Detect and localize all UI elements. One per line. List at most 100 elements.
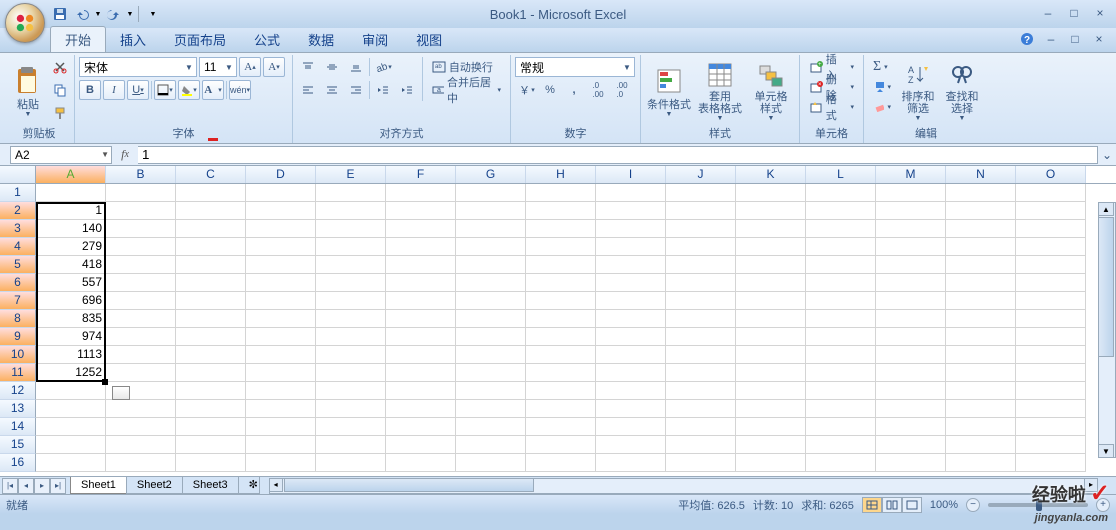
- cell[interactable]: [316, 184, 386, 202]
- cell[interactable]: [456, 400, 526, 418]
- normal-view-icon[interactable]: [862, 497, 882, 513]
- cell[interactable]: [456, 310, 526, 328]
- cell[interactable]: [1016, 346, 1086, 364]
- row-header-5[interactable]: 5: [0, 256, 36, 274]
- col-header-N[interactable]: N: [946, 166, 1016, 183]
- col-header-O[interactable]: O: [1016, 166, 1086, 183]
- cell[interactable]: [246, 256, 316, 274]
- row-header-12[interactable]: 12: [0, 382, 36, 400]
- cell[interactable]: 696: [36, 292, 106, 310]
- cell[interactable]: [876, 292, 946, 310]
- cell[interactable]: [456, 328, 526, 346]
- cell[interactable]: [736, 256, 806, 274]
- cell[interactable]: 974: [36, 328, 106, 346]
- cell[interactable]: [596, 256, 666, 274]
- cell[interactable]: [386, 256, 456, 274]
- cell[interactable]: [456, 364, 526, 382]
- col-header-J[interactable]: J: [666, 166, 736, 183]
- cell[interactable]: [386, 364, 456, 382]
- cell[interactable]: [946, 328, 1016, 346]
- cell[interactable]: [946, 202, 1016, 220]
- cell[interactable]: [596, 418, 666, 436]
- cell[interactable]: [1016, 436, 1086, 454]
- cell[interactable]: [596, 382, 666, 400]
- align-center-icon[interactable]: [321, 80, 343, 100]
- cell[interactable]: [596, 436, 666, 454]
- cell[interactable]: [526, 256, 596, 274]
- tab-home[interactable]: 开始: [50, 26, 106, 52]
- decrease-indent-icon[interactable]: [372, 80, 394, 100]
- cell[interactable]: [666, 220, 736, 238]
- cell[interactable]: [316, 220, 386, 238]
- tab-insert[interactable]: 插入: [106, 27, 160, 52]
- cell[interactable]: [246, 328, 316, 346]
- cell[interactable]: [456, 184, 526, 202]
- qat-customize-icon[interactable]: ▼: [143, 4, 163, 24]
- cell[interactable]: [316, 256, 386, 274]
- mdi-restore-icon[interactable]: □: [1066, 30, 1084, 48]
- cell[interactable]: [596, 310, 666, 328]
- cell[interactable]: 279: [36, 238, 106, 256]
- cell[interactable]: [596, 202, 666, 220]
- cell[interactable]: [806, 346, 876, 364]
- cell[interactable]: [316, 274, 386, 292]
- cell[interactable]: [316, 454, 386, 472]
- cell[interactable]: [176, 274, 246, 292]
- redo-icon[interactable]: [104, 4, 124, 24]
- font-color-button[interactable]: A▾: [202, 80, 224, 100]
- zoom-out-button[interactable]: −: [966, 498, 980, 512]
- cell[interactable]: [1016, 238, 1086, 256]
- cell[interactable]: [456, 418, 526, 436]
- col-header-C[interactable]: C: [176, 166, 246, 183]
- cell[interactable]: [176, 310, 246, 328]
- cell[interactable]: [876, 400, 946, 418]
- row-header-11[interactable]: 11: [0, 364, 36, 382]
- sort-filter-button[interactable]: AZ 排序和 筛选▼: [896, 57, 940, 123]
- cell[interactable]: [596, 364, 666, 382]
- zoom-level[interactable]: 100%: [930, 499, 958, 511]
- cell[interactable]: [386, 274, 456, 292]
- cell[interactable]: [946, 274, 1016, 292]
- cell[interactable]: [106, 184, 176, 202]
- cell[interactable]: [946, 220, 1016, 238]
- cell[interactable]: [176, 400, 246, 418]
- cell[interactable]: [596, 346, 666, 364]
- cell[interactable]: [246, 274, 316, 292]
- cell[interactable]: [176, 364, 246, 382]
- cell[interactable]: [36, 436, 106, 454]
- cell[interactable]: [316, 400, 386, 418]
- scroll-up-icon[interactable]: ▲: [1098, 202, 1114, 216]
- merge-center-button[interactable]: a合并后居中▾: [427, 80, 506, 100]
- cell[interactable]: [876, 382, 946, 400]
- cell-styles-button[interactable]: 单元格 样式▼: [747, 57, 795, 123]
- mdi-minimize-icon[interactable]: –: [1042, 30, 1060, 48]
- row-header-14[interactable]: 14: [0, 418, 36, 436]
- cell[interactable]: [456, 292, 526, 310]
- cell[interactable]: [526, 238, 596, 256]
- cell[interactable]: [806, 400, 876, 418]
- cell[interactable]: [666, 436, 736, 454]
- cell[interactable]: [456, 346, 526, 364]
- cell[interactable]: [106, 436, 176, 454]
- cell[interactable]: [736, 328, 806, 346]
- cell[interactable]: [946, 256, 1016, 274]
- autofill-options-icon[interactable]: [112, 386, 130, 400]
- cell[interactable]: [736, 292, 806, 310]
- cell[interactable]: [316, 292, 386, 310]
- cell[interactable]: [666, 418, 736, 436]
- col-header-F[interactable]: F: [386, 166, 456, 183]
- page-break-view-icon[interactable]: [902, 497, 922, 513]
- cell[interactable]: [526, 202, 596, 220]
- copy-icon[interactable]: [50, 80, 70, 100]
- row-header-15[interactable]: 15: [0, 436, 36, 454]
- cell[interactable]: [386, 292, 456, 310]
- sheet-tab-1[interactable]: Sheet1: [70, 477, 127, 494]
- cell[interactable]: [526, 382, 596, 400]
- cell[interactable]: [806, 364, 876, 382]
- col-header-A[interactable]: A: [36, 166, 106, 183]
- cell[interactable]: [596, 328, 666, 346]
- cell[interactable]: [36, 382, 106, 400]
- page-layout-view-icon[interactable]: [882, 497, 902, 513]
- cell[interactable]: 1113: [36, 346, 106, 364]
- cell[interactable]: 1252: [36, 364, 106, 382]
